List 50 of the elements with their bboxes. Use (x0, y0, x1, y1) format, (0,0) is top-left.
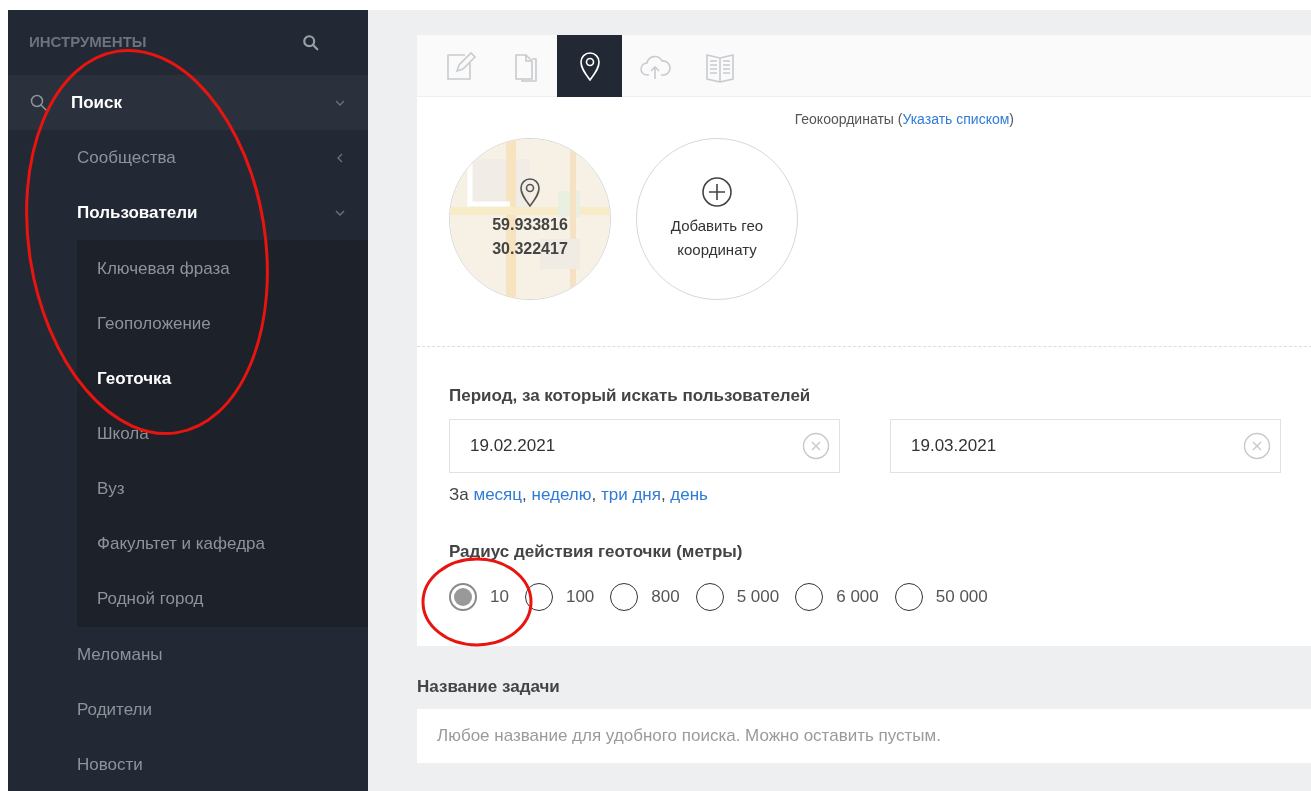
period-label: Период, за который искать пользователей (449, 385, 812, 407)
sidebar-item[interactable]: Пользователи (8, 185, 368, 240)
radio-button[interactable] (610, 582, 639, 611)
radio-button[interactable] (695, 582, 724, 611)
radio-button[interactable] (795, 582, 824, 611)
sidebar-item[interactable]: Поиск (8, 75, 368, 130)
list-link[interactable]: Указать списком (902, 111, 1010, 127)
sidebar-item[interactable]: Факультет и кафедра (77, 516, 368, 571)
sidebar-item[interactable]: Геоположение (77, 296, 368, 351)
sidebar-item[interactable]: Геоточка (77, 351, 368, 406)
sidebar-item[interactable]: Меломаны (8, 627, 368, 682)
geo-caption: Геокоординаты (Указать списком) (794, 110, 1014, 129)
sidebar-header: ИНСТРУМЕНТЫ (29, 32, 147, 53)
add-label: координату (676, 240, 758, 260)
tab[interactable] (557, 34, 622, 97)
add-geo-button[interactable]: Добавить гео координату (636, 138, 798, 300)
coordinate-value: 30.322417 (492, 239, 568, 259)
date-field[interactable]: 19.03.2021 (890, 418, 1281, 473)
period-link[interactable]: день (670, 484, 708, 504)
sidebar-item[interactable]: Вуз (77, 461, 368, 516)
sidebar-item[interactable]: Ключевая фраза (77, 241, 368, 296)
plus-circle-icon (701, 176, 733, 208)
sidebar-item[interactable]: Родной город (77, 571, 368, 626)
search-icon[interactable] (29, 92, 49, 113)
radio-option[interactable]: 100 (524, 582, 595, 611)
map-pin-icon (519, 177, 541, 207)
radio-option[interactable]: 10 (449, 582, 509, 611)
radio-button[interactable] (449, 582, 477, 611)
date-field[interactable]: 19.02.2021 (449, 418, 840, 473)
sidebar-item[interactable]: Сообщества (8, 130, 368, 185)
radio-option[interactable]: 5 000 (695, 582, 780, 611)
coordinate-value: 59.933816 (492, 215, 568, 235)
sidebar-item[interactable]: Новости (8, 737, 368, 791)
radio-option[interactable]: 6 000 (795, 582, 879, 611)
radio-button[interactable] (894, 582, 923, 611)
radio-button[interactable] (524, 582, 553, 611)
sidebar-item[interactable]: Родители (8, 682, 368, 737)
radius-label: Радиус действия геоточки (метры) (449, 541, 744, 563)
radio-option[interactable]: 800 (610, 582, 680, 611)
task-name-field[interactable]: Любое название для удобного поиска. Можно оставить пустым. (417, 709, 1311, 763)
sidebar-item[interactable]: Школа (77, 406, 368, 461)
task-name-label: Название задачи (417, 675, 561, 698)
search-icon[interactable] (302, 33, 320, 52)
geo-point-card[interactable]: 59.933816 30.322417 (449, 138, 611, 300)
quick-period-text: За месяц, неделю, три дня, день (449, 484, 708, 504)
period-link[interactable]: три дня (600, 484, 661, 504)
period-link[interactable]: месяц (473, 484, 523, 504)
radio-option[interactable]: 50 000 (894, 582, 988, 611)
period-link[interactable]: неделю (531, 484, 592, 504)
add-label: Добавить гео (670, 216, 764, 236)
